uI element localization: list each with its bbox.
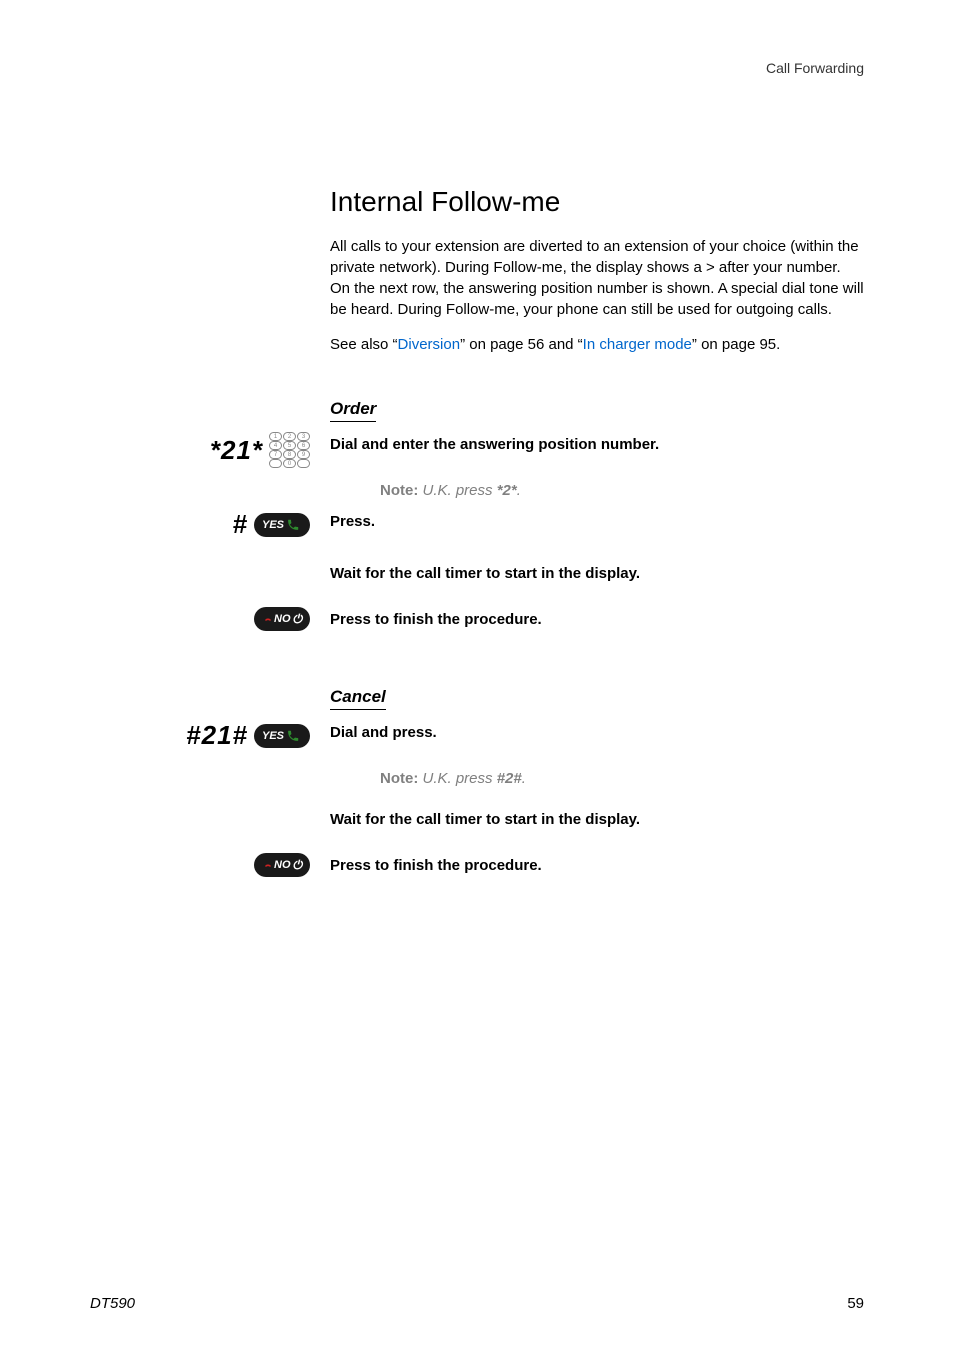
page-title: Internal Follow-me — [330, 186, 864, 218]
header-section: Call Forwarding — [90, 60, 864, 76]
link-diversion[interactable]: Diversion — [398, 336, 461, 353]
order-step-1-note: Note: U.K. press *2*. — [380, 482, 864, 499]
no-label: NO — [274, 859, 291, 871]
cancel-heading: Cancel — [330, 687, 386, 710]
cancel-step-3: NO⏻ Press to finish the procedure. — [330, 857, 864, 885]
note-label: Note: — [380, 770, 418, 787]
power-icon: ⏻ — [293, 858, 303, 873]
cancel-step-2-text: Wait for the call timer to start in the … — [330, 811, 864, 828]
see-also: See also “Diversion” on page 56 and “In … — [330, 334, 864, 355]
note-text-pre: U.K. press — [423, 482, 497, 499]
order-step-4-text: Press to finish the procedure. — [330, 611, 864, 628]
footer-model: DT590 — [90, 1295, 135, 1312]
phone-down-icon — [264, 612, 272, 626]
see-also-pre: See also “ — [330, 336, 398, 353]
see-also-mid1: ” on page 56 and “ — [460, 336, 583, 353]
order-step-1-text: Dial and enter the answering position nu… — [330, 436, 864, 453]
order-step-3-text: Wait for the call timer to start in the … — [330, 565, 864, 582]
phone-up-icon — [286, 729, 300, 743]
intro-paragraph: All calls to your extension are diverted… — [330, 236, 864, 320]
link-in-charger-mode[interactable]: In charger mode — [583, 336, 692, 353]
page-footer: DT590 59 — [90, 1295, 864, 1312]
no-button-icon: NO⏻ — [254, 607, 310, 631]
note-text-post: . — [517, 482, 521, 499]
power-icon: ⏻ — [293, 612, 303, 627]
order-heading: Order — [330, 399, 376, 422]
cancel-step-1-text: Dial and press. — [330, 724, 864, 741]
yes-button-icon: YES — [254, 724, 310, 748]
footer-page-number: 59 — [847, 1295, 864, 1312]
keypad-icon: 123 456 789 0 — [269, 432, 310, 468]
note-label: Note: — [380, 482, 418, 499]
see-also-mid2: ” on page 95. — [692, 336, 780, 353]
phone-up-icon — [286, 518, 300, 532]
yes-label: YES — [262, 730, 284, 742]
yes-button-icon: YES — [254, 513, 310, 537]
yes-label: YES — [262, 519, 284, 531]
order-step-2: # YES Press. — [330, 513, 864, 541]
order-step-2-text: Press. — [330, 513, 864, 530]
order-step-4: NO⏻ Press to finish the procedure. — [330, 611, 864, 639]
no-label: NO — [274, 613, 291, 625]
cancel-step-1-note: Note: U.K. press #2#. — [380, 770, 864, 787]
order-step-3: Wait for the call timer to start in the … — [330, 565, 864, 593]
hash-code: # — [233, 509, 248, 540]
note-text-pre: U.K. press — [423, 770, 497, 787]
cancel-step-2: Wait for the call timer to start in the … — [330, 811, 864, 839]
dial-code: *21* — [210, 435, 263, 466]
note-code: #2# — [497, 770, 522, 787]
cancel-step-3-text: Press to finish the procedure. — [330, 857, 864, 874]
note-text-post: . — [522, 770, 526, 787]
no-button-icon: NO⏻ — [254, 853, 310, 877]
cancel-step-1: #21# YES Dial and press. — [330, 724, 864, 752]
dial-code-cancel: #21# — [186, 720, 248, 751]
order-step-1: *21* 123 456 789 0 Dial and enter the an… — [330, 436, 864, 464]
note-code: *2* — [497, 482, 517, 499]
phone-down-icon — [264, 858, 272, 872]
